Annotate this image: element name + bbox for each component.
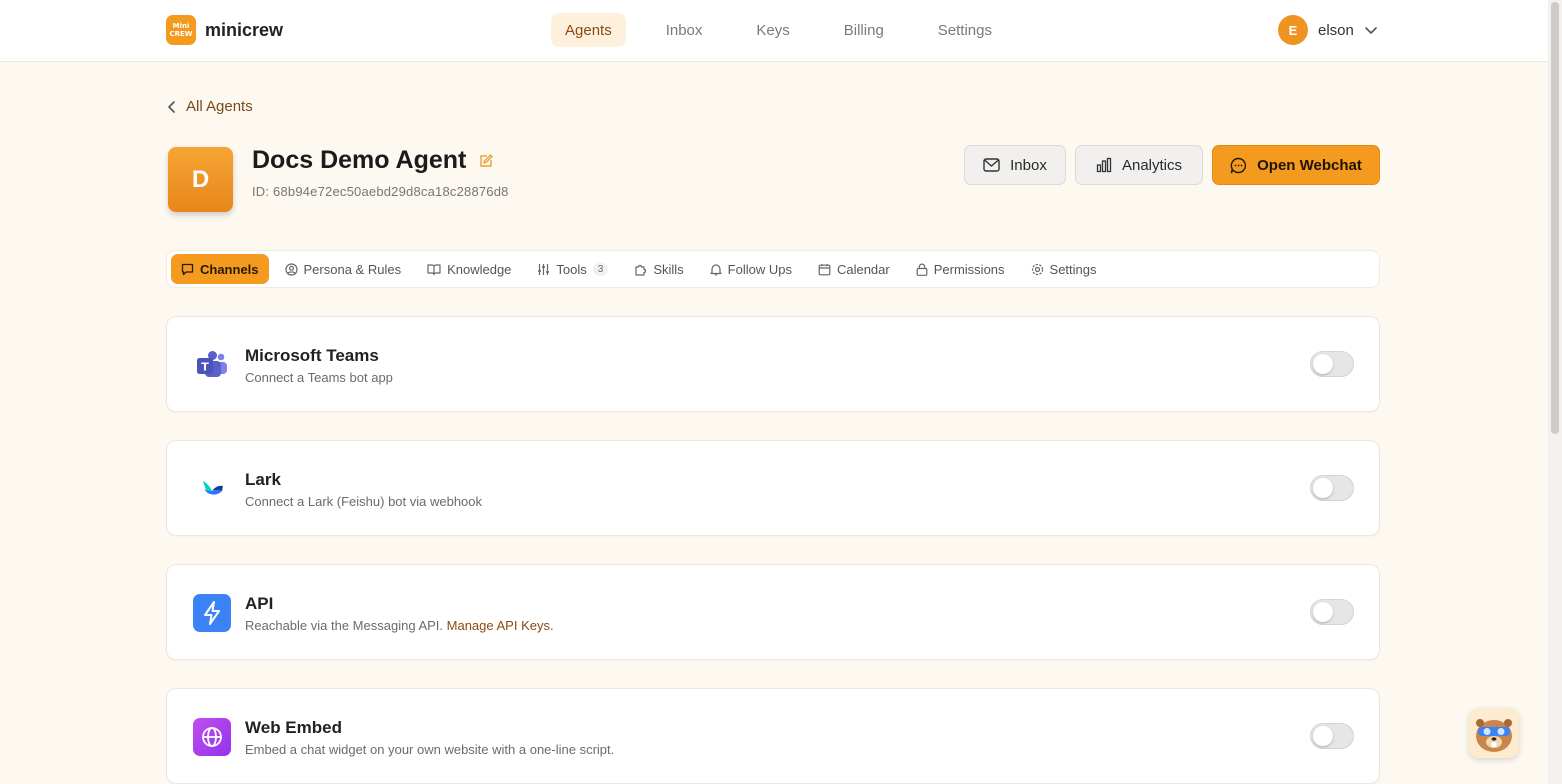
api-toggle[interactable] — [1310, 599, 1354, 625]
mail-icon — [983, 158, 1000, 172]
lock-icon — [916, 263, 928, 276]
username: elson — [1318, 21, 1354, 39]
book-icon — [427, 263, 441, 275]
logo-mark-top: Mini — [172, 22, 190, 30]
tab-tools[interactable]: Tools 3 — [527, 254, 618, 284]
channel-description: Reachable via the Messaging API. Manage … — [245, 618, 554, 633]
nav-keys[interactable]: Keys — [742, 13, 803, 47]
channel-description: Connect a Lark (Feishu) bot via webhook — [245, 494, 483, 509]
nav-inbox[interactable]: Inbox — [652, 13, 717, 47]
tab-follow-ups-label: Follow Ups — [727, 261, 792, 277]
tab-permissions[interactable]: Permissions — [906, 254, 1015, 284]
globe-icon — [193, 718, 231, 756]
app-logo[interactable]: Mini CREW minicrew — [166, 15, 283, 45]
manage-api-keys-link[interactable]: Manage API Keys. — [447, 618, 554, 633]
tab-channels[interactable]: Channels — [171, 254, 269, 284]
nav-billing[interactable]: Billing — [830, 13, 898, 47]
channel-title: API — [245, 594, 274, 613]
toggle-knob — [1313, 354, 1333, 374]
logo-mark-icon: Mini CREW — [166, 15, 196, 45]
tab-skills-label: Skills — [653, 261, 684, 277]
teams-icon: T — [193, 346, 231, 384]
nav-settings[interactable]: Settings — [924, 13, 1006, 47]
analytics-button-label: Analytics — [1121, 156, 1183, 174]
sliders-icon — [538, 263, 550, 275]
toggle-knob — [1313, 602, 1333, 622]
tab-calendar[interactable]: Calendar — [808, 254, 900, 284]
channel-title: Microsoft Teams — [245, 346, 379, 365]
agent-tabs: Channels Persona & Rules Knowledge Tools… — [166, 250, 1380, 288]
tab-skills[interactable]: Skills — [624, 254, 693, 284]
channel-title: Lark — [245, 470, 281, 489]
inbox-button-label: Inbox — [1010, 156, 1047, 174]
agent-name: Docs Demo Agent — [252, 146, 467, 174]
tab-permissions-label: Permissions — [933, 261, 1005, 277]
edit-icon[interactable] — [478, 153, 494, 169]
agent-title: Docs Demo Agent — [252, 146, 494, 175]
user-menu[interactable]: E elson — [1278, 15, 1378, 45]
inbox-button[interactable]: Inbox — [964, 145, 1066, 185]
web-embed-toggle[interactable] — [1310, 723, 1354, 749]
logo-mark-bottom: CREW — [169, 30, 193, 38]
toggle-knob — [1313, 726, 1333, 746]
channel-card-lark: Lark Connect a Lark (Feishu) bot via web… — [166, 440, 1380, 536]
back-link-label: All Agents — [186, 98, 253, 115]
top-bar: Mini CREW minicrew Agents Inbox Keys Bil… — [0, 0, 1548, 62]
tab-knowledge[interactable]: Knowledge — [417, 254, 521, 284]
channel-card-web-embed: Web Embed Embed a chat widget on your ow… — [166, 688, 1380, 784]
gear-icon — [1031, 263, 1043, 275]
open-webchat-button[interactable]: Open Webchat — [1212, 145, 1380, 185]
tab-knowledge-label: Knowledge — [447, 261, 512, 277]
bell-icon — [710, 263, 722, 275]
puzzle-icon — [635, 264, 647, 276]
analytics-button[interactable]: Analytics — [1075, 145, 1203, 185]
scrollbar-thumb[interactable] — [1551, 2, 1559, 434]
channel-card-teams: T Microsoft Teams Connect a Teams bot ap… — [166, 316, 1380, 412]
channel-description: Connect a Teams bot app — [245, 370, 393, 385]
user-circle-icon — [284, 262, 298, 276]
tab-follow-ups[interactable]: Follow Ups — [700, 254, 802, 284]
tab-persona-rules[interactable]: Persona & Rules — [275, 254, 412, 284]
beaver-mascot-icon — [1476, 719, 1512, 752]
channel-title: Web Embed — [245, 718, 342, 737]
nav-agents[interactable]: Agents — [551, 13, 626, 47]
channel-description: Embed a chat widget on your own website … — [245, 742, 615, 757]
chat-icon — [181, 263, 194, 275]
avatar: E — [1278, 15, 1308, 45]
lark-icon — [193, 470, 231, 508]
back-link[interactable]: All Agents — [166, 98, 253, 115]
tab-calendar-label: Calendar — [836, 261, 890, 277]
tab-persona-rules-label: Persona & Rules — [303, 261, 402, 277]
calendar-icon — [818, 263, 831, 275]
bar-chart-icon — [1096, 157, 1112, 173]
api-description-text: Reachable via the Messaging API. — [245, 618, 444, 633]
chevron-down-icon — [1365, 27, 1377, 34]
lark-toggle[interactable] — [1310, 475, 1354, 501]
tab-tools-label: Tools — [556, 261, 587, 277]
agent-id: ID: 68b94e72ec50aebd29d8ca18c28876d8 — [252, 184, 509, 199]
tab-settings[interactable]: Settings — [1021, 254, 1107, 284]
main-nav: Agents Inbox Keys Billing Settings — [551, 13, 1006, 47]
teams-toggle[interactable] — [1310, 351, 1354, 377]
tab-settings-label: Settings — [1049, 261, 1097, 277]
app-name: minicrew — [205, 19, 284, 40]
lightning-icon — [193, 594, 231, 632]
toggle-knob — [1313, 478, 1333, 498]
chat-bubble-icon — [1230, 157, 1247, 173]
chevron-left-icon — [168, 100, 175, 113]
open-webchat-label: Open Webchat — [1257, 156, 1362, 174]
agent-avatar: D — [168, 147, 233, 212]
tab-channels-label: Channels — [200, 261, 259, 277]
channel-card-api: API Reachable via the Messaging API. Man… — [166, 564, 1380, 660]
svg-text:T: T — [201, 361, 209, 374]
tools-count-badge: 3 — [592, 262, 609, 276]
assistant-mascot-button[interactable] — [1469, 708, 1519, 758]
